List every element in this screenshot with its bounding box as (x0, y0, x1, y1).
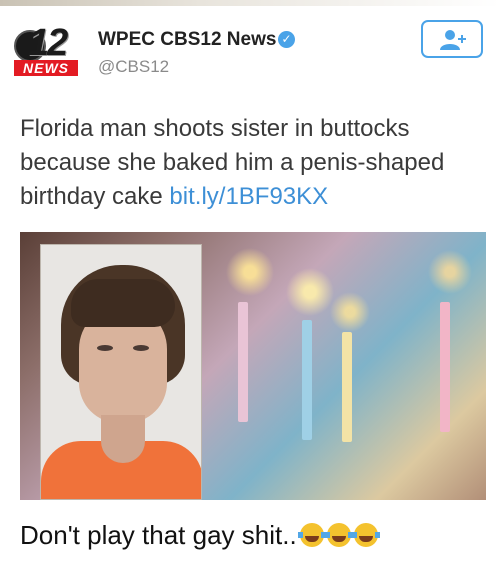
eye (133, 345, 149, 351)
tweet-link[interactable]: bit.ly/1BF93KX (169, 183, 328, 210)
mugshot-photo (40, 244, 202, 500)
hair-fringe (71, 279, 175, 327)
candle (342, 332, 352, 442)
tears-of-joy-emoji-icon (351, 523, 380, 547)
candle (302, 320, 312, 440)
caption-text: Don't play that gay shit.. (20, 520, 297, 550)
tweet-card: 12 NEWS WPEC CBS12 News ✓ @CBS12 Florida… (0, 0, 500, 500)
tears-of-joy-emoji-icon (297, 523, 326, 547)
logo-number: 12 (28, 22, 68, 64)
candle (440, 302, 450, 432)
account-handle[interactable]: @CBS12 (98, 57, 169, 77)
candle (238, 302, 248, 422)
follow-button[interactable] (421, 20, 483, 58)
post-caption: Don't play that gay shit.. (20, 520, 380, 551)
cbs12-logo[interactable]: 12 NEWS (14, 22, 78, 76)
account-name[interactable]: WPEC CBS12 News (98, 29, 276, 51)
add-user-icon (440, 30, 466, 50)
tears-of-joy-emoji-icon (324, 523, 353, 547)
top-strip (0, 0, 500, 6)
logo-news-label: NEWS (14, 60, 78, 76)
verified-badge-icon: ✓ (278, 31, 295, 48)
eye (97, 345, 113, 351)
tweet-photo[interactable] (20, 232, 486, 500)
tweet-text: Florida man shoots sister in buttocks be… (20, 112, 490, 214)
